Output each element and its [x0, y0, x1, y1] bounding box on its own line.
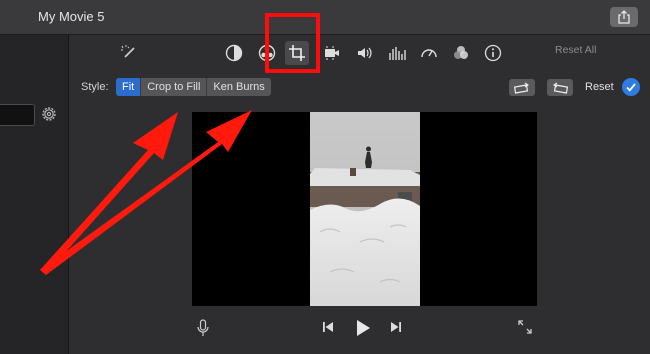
- arrow-to-crop-to-fill: [40, 112, 178, 274]
- annotation-arrows: [40, 110, 252, 275]
